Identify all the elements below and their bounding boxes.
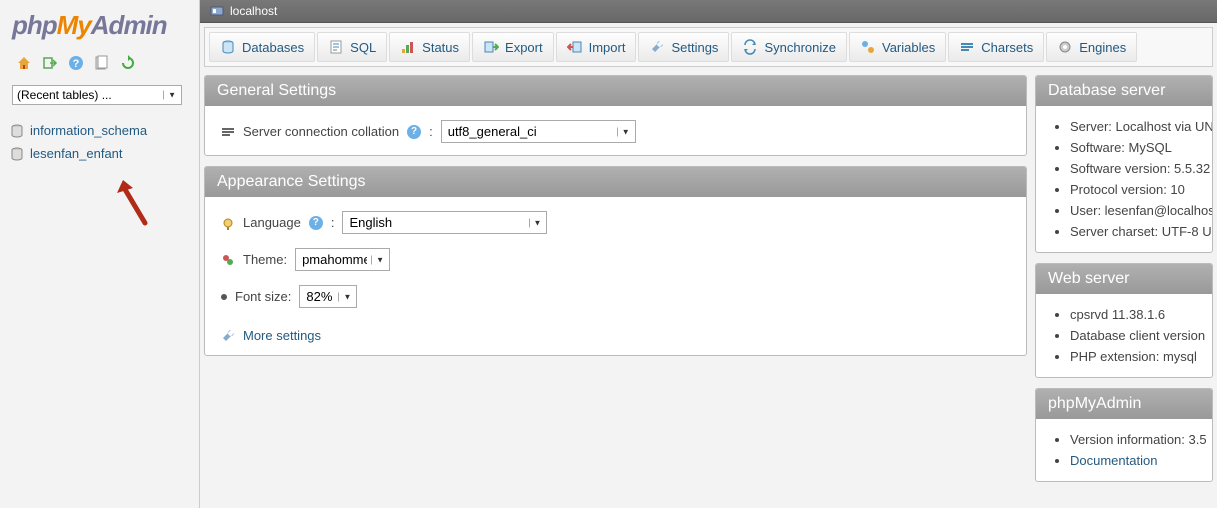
info-item: Server: Localhost via UNIX socket (1070, 116, 1208, 137)
status-icon (400, 39, 416, 55)
collation-select[interactable]: utf8_general_ci (441, 120, 636, 143)
wrench-icon (649, 39, 665, 55)
breadcrumb: localhost (200, 0, 1217, 23)
export-icon (483, 39, 499, 55)
help-icon[interactable]: ? (407, 125, 421, 139)
bullet-icon (221, 294, 227, 300)
panel-title: Web server (1036, 264, 1212, 294)
panel-title: General Settings (205, 76, 1026, 106)
annotation-arrow-icon (115, 178, 155, 228)
server-icon (210, 4, 224, 18)
tab-label: Charsets (981, 40, 1033, 55)
reload-icon[interactable] (120, 55, 136, 71)
tab-label: Import (589, 40, 626, 55)
tab-label: Synchronize (764, 40, 836, 55)
panel-general-settings: General Settings Server connection colla… (204, 75, 1027, 156)
panel-title: phpMyAdmin (1036, 389, 1212, 419)
info-item: PHP extension: mysql (1070, 346, 1208, 367)
logout-icon[interactable] (42, 55, 58, 71)
charsets-icon (959, 39, 975, 55)
top-tabs: Databases SQL Status Export Import Setti… (204, 27, 1213, 67)
database-list: information_schema lesenfan_enfant (0, 115, 199, 169)
tab-label: SQL (350, 40, 376, 55)
language-select[interactable]: English (342, 211, 547, 234)
collation-icon (221, 125, 235, 139)
panel-database-server: Database server Server: Localhost via UN… (1035, 75, 1213, 253)
more-settings-label: More settings (243, 328, 321, 343)
documentation-link[interactable]: Documentation (1070, 453, 1157, 468)
tab-databases[interactable]: Databases (209, 32, 315, 62)
logo-part-php: php (12, 10, 57, 40)
info-item: cpsrvd 11.38.1.6 (1070, 304, 1208, 325)
tab-label: Databases (242, 40, 304, 55)
tab-charsets[interactable]: Charsets (948, 32, 1044, 62)
tab-export[interactable]: Export (472, 32, 554, 62)
svg-text:?: ? (73, 58, 80, 70)
panel-phpmyadmin: phpMyAdmin Version information: 3.5 Docu… (1035, 388, 1213, 482)
theme-select[interactable]: pmahomme (295, 248, 390, 271)
tab-label: Engines (1079, 40, 1126, 55)
panel-title: Database server (1036, 76, 1212, 106)
panel-appearance-settings: Appearance Settings Language ? : English (204, 166, 1027, 356)
logo-part-my: My (57, 10, 91, 40)
tab-settings[interactable]: Settings (638, 32, 729, 62)
db-item-label: lesenfan_enfant (30, 146, 123, 161)
language-icon (221, 216, 235, 230)
db-item-lesenfan-enfant[interactable]: lesenfan_enfant (8, 142, 191, 165)
logo-part-admin: Admin (91, 10, 167, 40)
theme-label: Theme: (243, 252, 287, 267)
gear-icon (1057, 39, 1073, 55)
import-icon (567, 39, 583, 55)
tab-label: Variables (882, 40, 935, 55)
db-item-label: information_schema (30, 123, 147, 138)
wrench-icon (221, 329, 235, 343)
collation-label: Server connection collation (243, 124, 399, 139)
db-item-information-schema[interactable]: information_schema (8, 119, 191, 142)
main: localhost Databases SQL Status Export Im… (200, 0, 1217, 508)
info-item: Software: MySQL (1070, 137, 1208, 158)
sidebar-toolbar: ? (0, 49, 199, 81)
help-icon[interactable]: ? (68, 55, 84, 71)
info-item: User: lesenfan@localhost (1070, 200, 1208, 221)
language-label: Language (243, 215, 301, 230)
info-item: Database client version (1070, 325, 1208, 346)
tab-import[interactable]: Import (556, 32, 637, 62)
sql-icon[interactable] (94, 55, 110, 71)
info-item: Version information: 3.5 (1070, 429, 1208, 450)
tab-label: Settings (671, 40, 718, 55)
info-item: Software version: 5.5.32 (1070, 158, 1208, 179)
tab-label: Status (422, 40, 459, 55)
fontsize-select[interactable]: 82% (299, 285, 357, 308)
theme-icon (221, 253, 235, 267)
panel-web-server: Web server cpsrvd 11.38.1.6 Database cli… (1035, 263, 1213, 378)
variables-icon (860, 39, 876, 55)
tab-variables[interactable]: Variables (849, 32, 946, 62)
tab-status[interactable]: Status (389, 32, 470, 62)
tab-sql[interactable]: SQL (317, 32, 387, 62)
tab-engines[interactable]: Engines (1046, 32, 1137, 62)
home-icon[interactable] (16, 55, 32, 71)
more-settings-link[interactable]: More settings (221, 322, 1010, 343)
sync-icon (742, 39, 758, 55)
logo: phpMyAdmin (0, 0, 199, 49)
sidebar: phpMyAdmin ? (Recent tables) ... informa… (0, 0, 200, 508)
panel-title: Appearance Settings (205, 167, 1026, 197)
help-icon[interactable]: ? (309, 216, 323, 230)
info-item: Server charset: UTF-8 Unicode (1070, 221, 1208, 242)
database-icon (10, 124, 24, 138)
sql-icon (328, 39, 344, 55)
info-item: Protocol version: 10 (1070, 179, 1208, 200)
recent-tables-select[interactable]: (Recent tables) ... (12, 85, 182, 105)
recent-tables: (Recent tables) ... (0, 81, 199, 115)
tab-label: Export (505, 40, 543, 55)
tab-synchronize[interactable]: Synchronize (731, 32, 847, 62)
database-icon (10, 147, 24, 161)
breadcrumb-host[interactable]: localhost (230, 4, 277, 18)
database-icon (220, 39, 236, 55)
fontsize-label: Font size: (235, 289, 291, 304)
